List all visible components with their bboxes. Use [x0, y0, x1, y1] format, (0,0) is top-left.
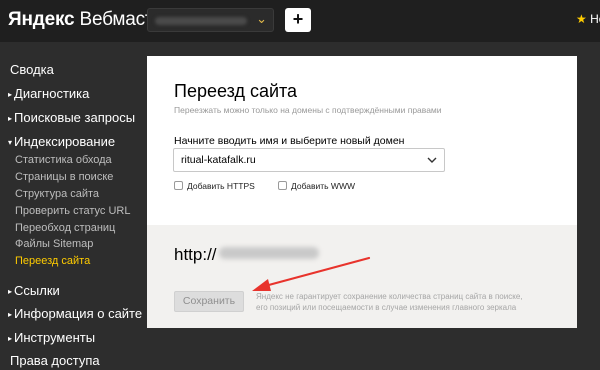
page-subtitle: Переезжать можно только на домены с подт…: [174, 105, 442, 115]
sidebar-subitem-sitemap[interactable]: Файлы Sitemap: [15, 238, 93, 250]
sidebar-item-summary[interactable]: Сводка: [8, 62, 54, 77]
sidebar-item-indexing[interactable]: ▾ Индексирование: [8, 134, 115, 149]
sidebar-subitem-recrawl[interactable]: Переобход страниц: [15, 222, 115, 234]
chevron-down-icon[interactable]: [427, 153, 437, 167]
new-domain-input[interactable]: ritual-katafalk.ru: [173, 148, 445, 172]
save-button[interactable]: Сохранить: [174, 291, 244, 312]
add-https-checkbox[interactable]: Добавить HTTPS: [174, 181, 255, 191]
checkbox-icon: [278, 181, 287, 190]
expand-arrow-icon: ▸: [8, 310, 13, 319]
expand-arrow-icon: ▸: [8, 90, 13, 99]
expand-arrow-icon: ▸: [8, 287, 13, 296]
checkbox-icon: [174, 181, 183, 190]
star-icon: ★: [576, 12, 587, 26]
sidebar-subitem-site-structure[interactable]: Структура сайта: [15, 188, 99, 200]
add-site-button[interactable]: +: [285, 8, 311, 32]
mirror-warning: Яндекс не гарантирует сохранение количес…: [256, 292, 523, 312]
domain-input-value: ritual-katafalk.ru: [181, 154, 256, 166]
domain-blurred: [218, 247, 319, 259]
chevron-down-icon: ⌄: [256, 11, 267, 26]
sidebar-subitem-check-url[interactable]: Проверить статус URL: [15, 205, 130, 217]
page-title: Переезд сайта: [174, 81, 298, 101]
site-name-blurred: [155, 17, 247, 25]
sidebar-item-access-rights[interactable]: Права доступа: [8, 353, 100, 368]
sidebar-item-diagnostics[interactable]: ▸ Диагностика: [8, 86, 89, 101]
top-bar: Яндекс Вебмастер ⌄ + ★ Но: [0, 0, 600, 42]
target-url: http://: [174, 245, 319, 265]
sidebar-item-links[interactable]: ▸ Ссылки: [8, 283, 60, 298]
sidebar-subitem-pages-in-search[interactable]: Страницы в поиске: [15, 171, 113, 183]
sidebar-item-site-info[interactable]: ▸ Информация о сайте: [8, 306, 142, 321]
sidebar-item-search-queries[interactable]: ▸ Поисковые запросы: [8, 110, 135, 125]
expand-arrow-icon: ▸: [8, 114, 13, 123]
add-www-checkbox[interactable]: Добавить WWW: [278, 181, 355, 191]
sidebar-subitem-crawl-stats[interactable]: Статистика обхода: [15, 154, 112, 166]
sidebar-subitem-site-move[interactable]: Переезд сайта: [15, 255, 90, 267]
collapse-arrow-icon: ▾: [8, 138, 13, 147]
site-selector[interactable]: ⌄: [147, 8, 274, 32]
sidebar-item-tools[interactable]: ▸ Инструменты: [8, 330, 95, 345]
domain-field-label: Начните вводить имя и выберите новый дом…: [174, 135, 405, 147]
top-right-link[interactable]: ★ Но: [576, 12, 600, 26]
expand-arrow-icon: ▸: [8, 334, 13, 343]
